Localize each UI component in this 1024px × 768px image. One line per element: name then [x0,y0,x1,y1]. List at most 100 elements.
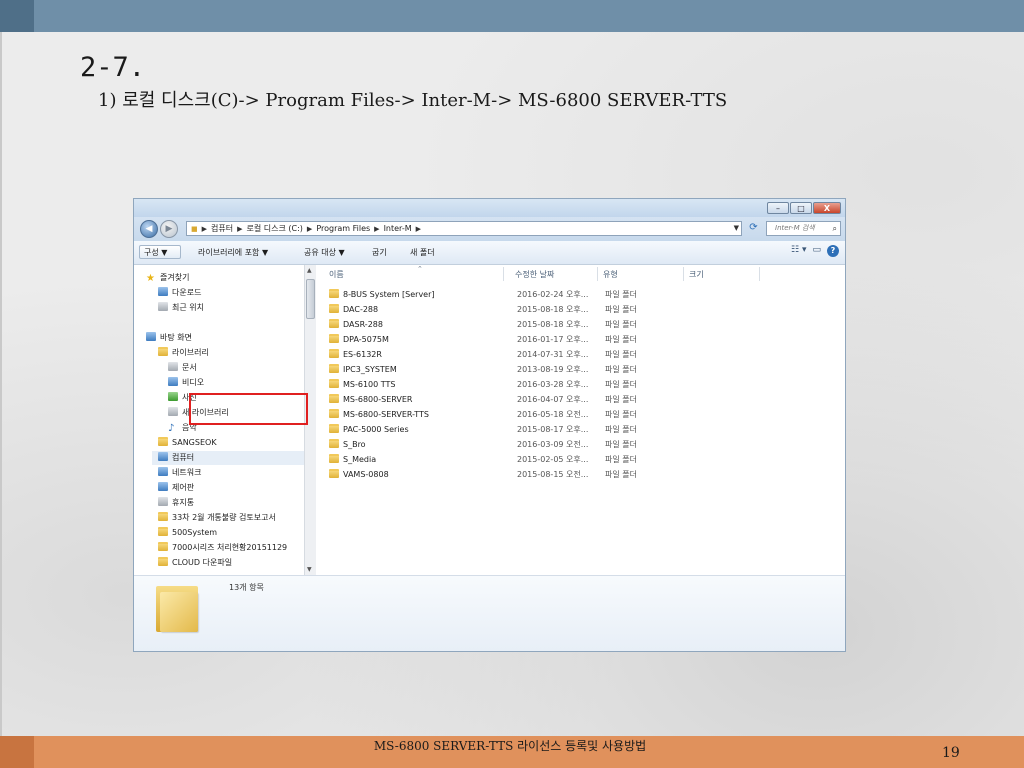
folder-icon [158,542,168,551]
breadcrumb-program-files[interactable]: Program Files [316,224,370,233]
folder-icon [329,454,339,463]
library-icon [158,347,168,356]
maximize-button[interactable]: □ [790,202,812,214]
documents-icon [168,362,178,371]
nav-item-favorites[interactable]: ★ 즐겨찾기 [146,271,189,285]
breadcrumb-inter-m[interactable]: Inter-M [384,224,412,233]
share-with-button[interactable]: 공유 대상 ▼ [304,247,345,258]
file-row[interactable]: VAMS-0808 2015-08-15 오전... 파일 폴더 [329,468,829,482]
close-button[interactable]: X [813,202,841,214]
music-icon: ♪ [168,423,175,434]
network-icon [158,467,168,476]
download-folder-icon [158,287,168,296]
organize-button[interactable]: 구성 ▼ [139,245,181,259]
nav-item-network[interactable]: 네트워크 [158,466,201,480]
scroll-down-icon[interactable]: ▼ [307,566,312,573]
address-bar[interactable]: ■ ▶ 컴퓨터 ▶ 로컬 디스크 (C:) ▶ Program Files ▶ … [186,221,742,236]
file-row[interactable]: 8-BUS System [Server] 2016-02-24 오후... 파일 … [329,288,829,302]
folder-icon [158,557,168,566]
nav-item-folder-7000[interactable]: 7000시리즈 처리현황20151129 [158,541,287,555]
burn-button[interactable]: 굽기 [372,247,387,258]
details-pane: 13개 항목 [134,575,845,651]
chevron-right-icon: ▶ [306,224,313,233]
nav-item-control-panel[interactable]: 제어판 [158,481,194,495]
minimize-button[interactable]: – [767,202,789,214]
folder-icon: ■ [191,224,198,233]
nav-item-recent-places[interactable]: 최근 위치 [158,301,204,315]
file-row[interactable]: ES-6132R 2014-07-31 오후... 파일 폴더 [329,348,829,362]
column-divider [503,267,504,281]
file-list: ⌃ 이름 수정한 날짜 유형 크기 8-BUS System [Server] 2… [317,265,845,575]
search-input[interactable]: Inter-M 검색 ⌕ [766,221,841,236]
chevron-right-icon: ▶ [201,224,208,233]
column-header-type[interactable]: 유형 [603,269,618,280]
file-row[interactable]: MS-6800-SERVER 2016-04-07 오후... 파일 폴더 [329,393,829,407]
highlight-box [189,393,308,425]
folder-icon [329,394,339,403]
folder-icon [329,319,339,328]
title-bar: – □ X [134,199,845,217]
sort-arrow-icon: ⌃ [417,265,423,273]
include-in-library-button[interactable]: 라이브러리에 포함 ▼ [198,247,268,258]
recent-places-icon [158,302,168,311]
breadcrumb-computer[interactable]: 컴퓨터 [211,223,233,234]
nav-item-user[interactable]: SANGSEOK [158,436,217,450]
file-row[interactable]: PAC-5000 Series 2015-08-17 오후... 파일 폴더 [329,423,829,437]
slide-title: 2-7. [80,52,146,83]
new-folder-button[interactable]: 새 폴더 [410,247,435,258]
slide-top-bar [0,0,1024,32]
scroll-up-icon[interactable]: ▲ [307,267,312,274]
folder-icon [329,349,339,358]
column-header-size[interactable]: 크기 [689,269,704,280]
window-controls: – □ X [767,202,841,214]
back-button[interactable]: ◀ [140,220,158,238]
file-row[interactable]: MS-6100 TTS 2016-03-28 오후... 파일 폴더 [329,378,829,392]
file-row[interactable]: DAC-288 2015-08-18 오후... 파일 폴더 [329,303,829,317]
nav-item-videos[interactable]: 비디오 [168,376,204,390]
chevron-right-icon: ▶ [237,224,243,233]
slide-left-edge [0,32,2,736]
column-divider [683,267,684,281]
breadcrumb-local-disk[interactable]: 로컬 디스크 (C:) [247,223,303,234]
folder-icon [329,379,339,388]
nav-item-documents[interactable]: 문서 [168,361,197,375]
file-row[interactable]: IPC3_SYSTEM 2013-08-19 오후... 파일 폴더 [329,363,829,377]
chevron-down-icon[interactable]: ▼ [734,224,739,232]
file-row[interactable]: S_Bro 2016-03-09 오전... 파일 폴더 [329,438,829,452]
folder-icon [329,439,339,448]
forward-button[interactable]: ▶ [160,220,178,238]
file-row[interactable]: S_Media 2015-02-05 오후... 파일 폴더 [329,453,829,467]
nav-item-folder-cloud[interactable]: CLOUD 다운파일 [158,556,232,570]
chevron-right-icon: ▶ [415,224,422,233]
nav-item-folder-33[interactable]: 33차 2월 개통불량 검토보고서 [158,511,276,525]
nav-item-folder-500system[interactable]: 500System [158,526,217,540]
column-header-date[interactable]: 수정한 날짜 [515,269,554,280]
column-header-name[interactable]: 이름 [329,269,344,280]
preview-pane-icon[interactable]: ▭ [812,245,821,257]
control-panel-icon [158,482,168,491]
library-icon [168,407,178,416]
view-options-icon[interactable]: ☷ ▾ [791,245,806,257]
scrollbar-thumb[interactable] [306,279,315,319]
nav-item-libraries[interactable]: 라이브러리 [158,346,209,360]
refresh-icon[interactable]: ⟳ [746,221,761,236]
help-icon[interactable]: ? [827,245,839,257]
folder-front [160,592,198,632]
top-bar-accent [0,0,34,32]
nav-item-downloads[interactable]: 다운로드 [158,286,201,300]
file-row[interactable]: DASR-288 2015-08-18 오후... 파일 폴더 [329,318,829,332]
footer-accent [0,736,34,768]
chevron-right-icon: ▶ [374,224,380,233]
nav-item-computer[interactable]: 컴퓨터 [152,451,304,465]
address-row: ◀ ▶ ■ ▶ 컴퓨터 ▶ 로컬 디스크 (C:) ▶ Program File… [134,217,845,241]
videos-icon [168,377,178,386]
nav-item-recycle-bin[interactable]: 휴지통 [158,496,194,510]
nav-item-desktop[interactable]: 바탕 화면 [146,331,192,345]
page-number: 19 [942,745,960,761]
column-divider [759,267,760,281]
file-row[interactable]: DPA-5075M 2016-01-17 오후... 파일 폴더 [329,333,829,347]
pictures-icon [168,392,178,401]
file-row[interactable]: MS-6800-SERVER-TTS 2016-05-18 오전... 파일 폴더 [329,408,829,422]
star-icon: ★ [146,273,155,284]
item-count: 13개 항목 [229,583,264,592]
